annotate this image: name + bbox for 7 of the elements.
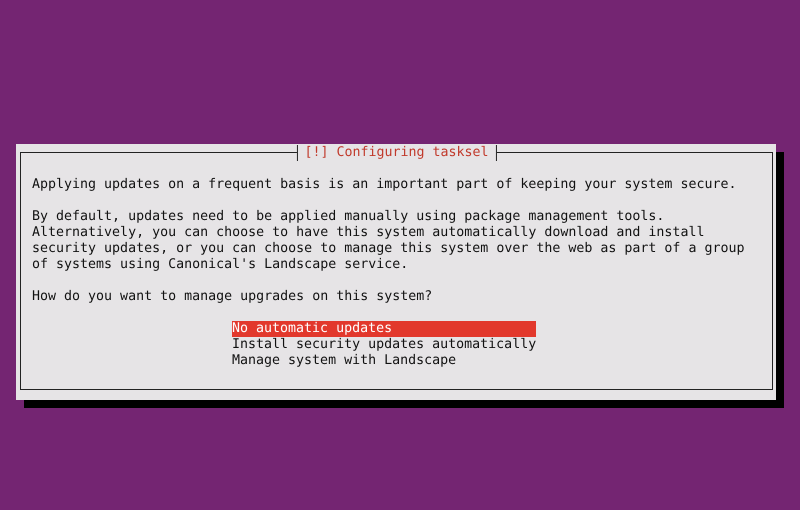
dialog-text: By default, updates need to be applied manually using package management tools. Alternatively, you can choose to have this system automatically download and install security updates, or you can choose to manage this system over the web as part of a group of systems using Canonical's Landscape service. — [32, 209, 746, 273]
dialog-text: How do you want to manage upgrades on this system? — [32, 289, 434, 305]
menu-option[interactable]: Manage system with Landscape — [232, 353, 536, 369]
menu-option[interactable]: Install security updates automatically — [232, 337, 536, 353]
menu-option[interactable]: No automatic updates — [232, 321, 536, 337]
dialog-text: Applying updates on a frequent basis is an important part of keeping your system secure. — [32, 177, 738, 193]
dialog-title: [!] Configuring tasksel — [296, 145, 497, 161]
